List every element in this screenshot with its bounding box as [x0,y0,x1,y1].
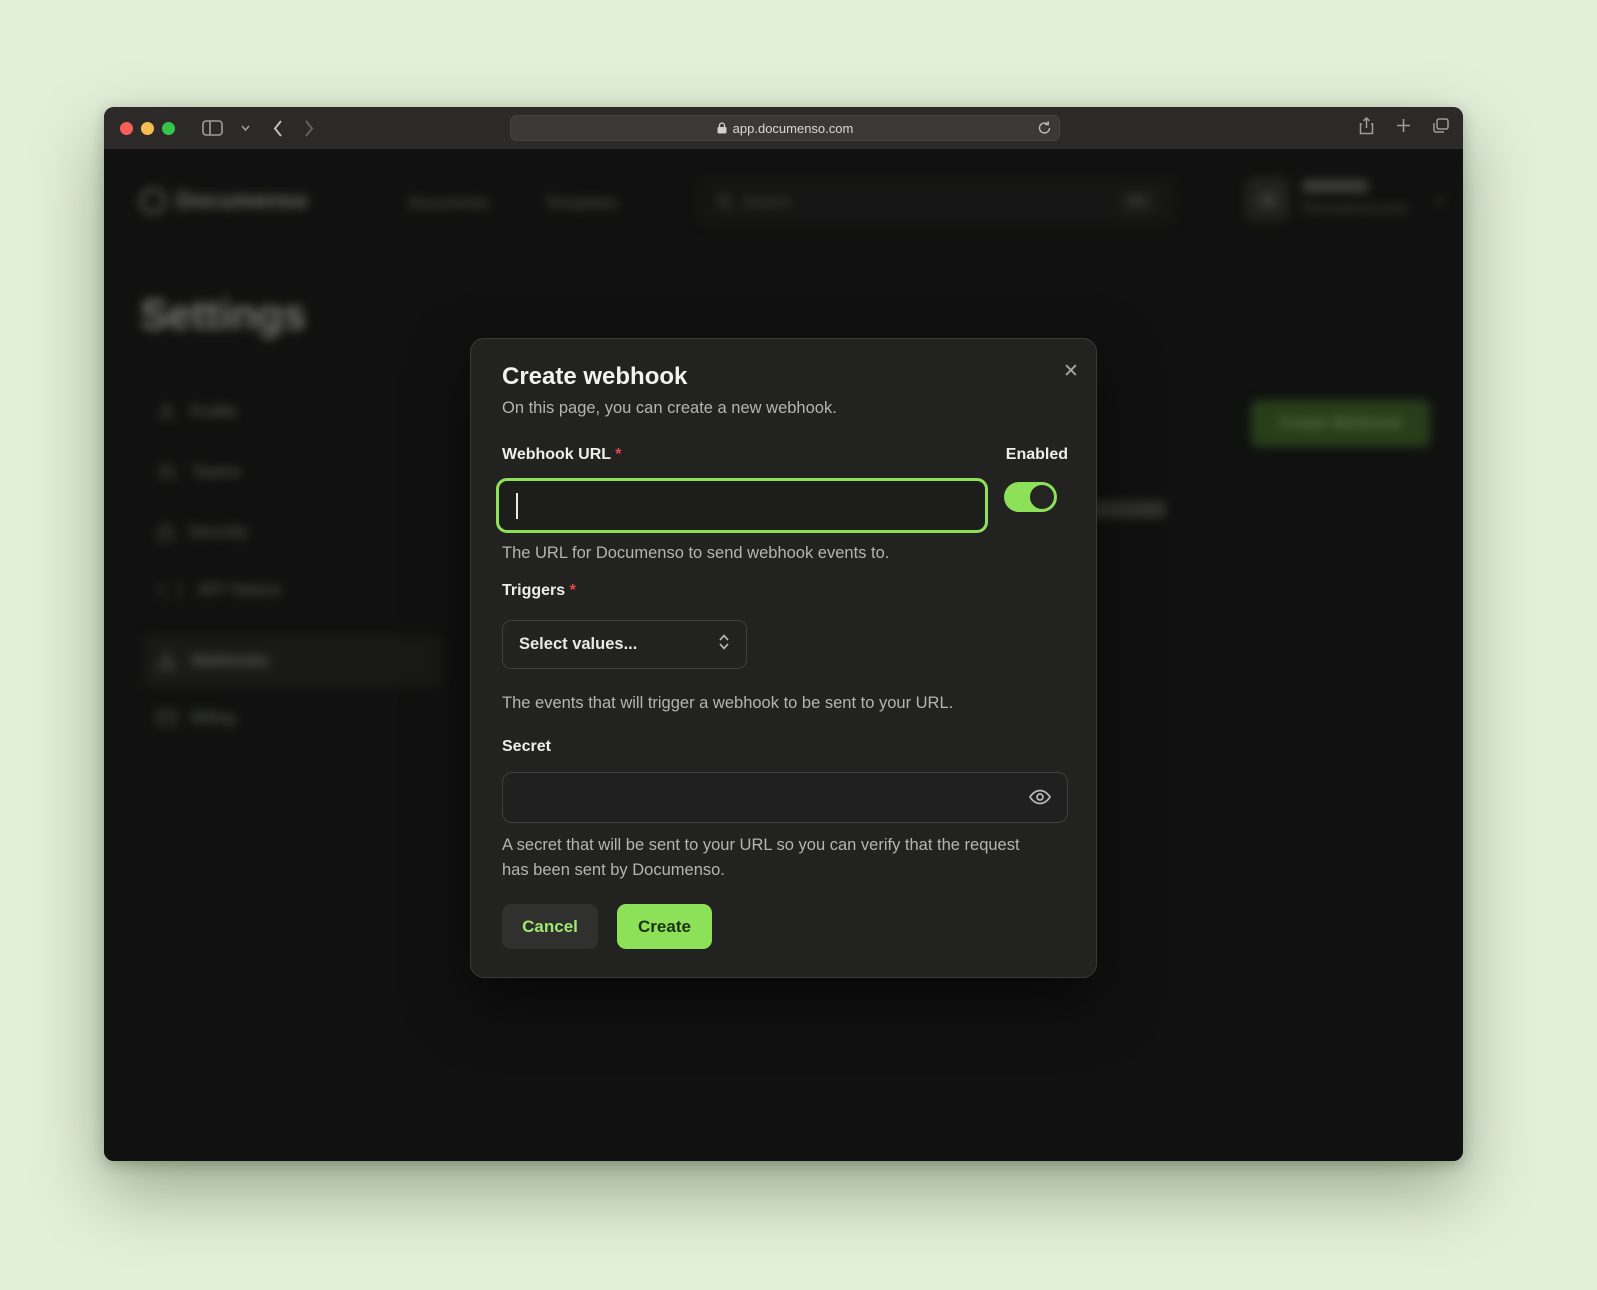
secret-input[interactable] [502,772,1068,823]
close-window-button[interactable] [120,122,133,135]
reload-icon[interactable] [1038,120,1051,138]
triggers-select-value: Select values... [519,635,637,654]
toggle-knob [1030,485,1054,509]
secret-label: Secret [502,738,551,756]
required-asterisk: * [570,582,576,599]
triggers-label: Triggers * [502,582,576,600]
webhook-url-help: The URL for Documenso to send webhook ev… [502,541,889,566]
cancel-button[interactable]: Cancel [502,904,598,949]
minimize-window-button[interactable] [141,122,154,135]
eye-icon[interactable] [1027,785,1053,811]
modal-subtitle: On this page, you can create a new webho… [502,399,837,418]
modal-title: Create webhook [502,363,687,391]
triggers-select[interactable]: Select values... [502,620,747,669]
sidebar-chevron-icon[interactable] [241,125,250,131]
browser-titlebar: app.documenso.com [104,107,1463,149]
forward-icon[interactable] [304,120,314,137]
new-tab-icon[interactable] [1396,118,1411,138]
share-icon[interactable] [1359,117,1374,140]
browser-window: app.documenso.com [104,107,1463,1161]
tab-overview-icon[interactable] [1433,118,1449,138]
create-webhook-modal: Create webhook ✕ On this page, you can c… [470,338,1097,978]
enabled-label: Enabled [502,446,1068,464]
back-icon[interactable] [273,120,283,137]
address-bar[interactable]: app.documenso.com [510,115,1060,141]
text-cursor [516,493,518,519]
create-button[interactable]: Create [617,904,712,949]
chevrons-up-down-icon [718,634,730,655]
enabled-toggle[interactable] [1004,482,1057,512]
lock-icon [717,122,727,134]
address-url: app.documenso.com [733,121,854,136]
zoom-window-button[interactable] [162,122,175,135]
traffic-lights [120,122,175,135]
close-icon[interactable]: ✕ [1057,357,1085,385]
page-content: Documenso Documents Templates Search ⌘K … [104,149,1463,1161]
webhook-url-input[interactable] [496,478,988,533]
triggers-help: The events that will trigger a webhook t… [502,691,953,716]
secret-help: A secret that will be sent to your URL s… [502,833,1027,883]
sidebar-toggle-icon[interactable] [202,120,223,136]
